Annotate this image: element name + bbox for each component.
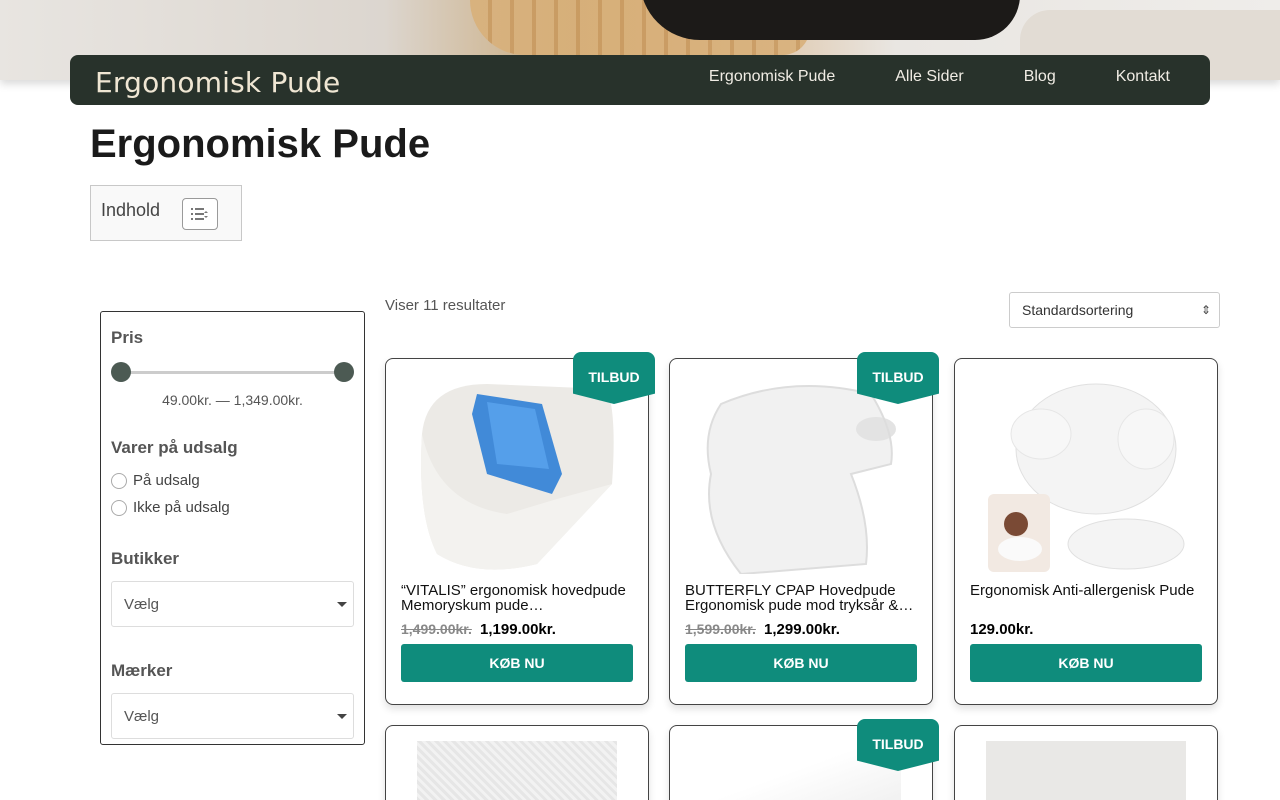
product-price: 1,499.00kr. 1,199.00kr. [401, 621, 556, 638]
product-card[interactable]: TILBUD BUTTERFLY CPAP Hovedpude Ergonomi… [669, 352, 939, 705]
price-slider[interactable] [111, 362, 354, 382]
product-card[interactable]: TILBUD [669, 719, 939, 800]
sale-option-not-on-sale[interactable]: Ikke på udsalg [111, 499, 354, 516]
toc-toggle-icon[interactable] [182, 198, 219, 230]
product-card[interactable]: TILBUD “VITALIS” ergonomisk hovedpude Me… [385, 352, 655, 705]
shops-select[interactable]: Vælg [111, 581, 354, 627]
product-image-butterfly-pillow[interactable] [701, 374, 901, 574]
product-current-price: 129.00kr. [970, 621, 1034, 638]
product-price: 1,599.00kr. 1,299.00kr. [685, 621, 840, 638]
product-old-price: 1,499.00kr. [401, 621, 472, 637]
main-menu: Ergonomisk Pude Alle Sider Blog Kontakt [709, 68, 1170, 86]
result-count: Viser 11 resultater [385, 297, 506, 314]
product-current-price: 1,199.00kr. [480, 621, 556, 638]
product-card[interactable] [954, 725, 1218, 800]
product-current-price: 1,299.00kr. [764, 621, 840, 638]
list-icon [191, 208, 209, 220]
menu-item-blog[interactable]: Blog [1024, 68, 1056, 86]
radio-button[interactable] [111, 499, 127, 516]
sale-option-label: Ikke på udsalg [133, 499, 230, 516]
brands-select[interactable]: Vælg [111, 693, 354, 739]
chevron-updown-icon: ⇕ [1200, 303, 1211, 317]
caret-down-icon [337, 713, 347, 719]
product-old-price: 1,599.00kr. [685, 621, 756, 637]
product-image-grey-pillow[interactable] [986, 741, 1186, 800]
menu-item-kontakt[interactable]: Kontakt [1116, 68, 1170, 86]
product-image-gel-pillow[interactable] [417, 374, 617, 574]
brands-filter-heading: Mærker [111, 661, 173, 680]
shops-select-value: Vælg [124, 595, 160, 613]
toc-label: Indhold [101, 200, 161, 220]
price-slider-track [121, 371, 344, 374]
hero-dark-shape [640, 0, 1020, 40]
product-image-knit-pillow[interactable] [417, 741, 617, 800]
sale-option-on-sale[interactable]: På udsalg [111, 472, 354, 489]
product-title[interactable]: BUTTERFLY CPAP Hovedpude Ergonomisk pude… [685, 583, 917, 613]
product-image-cloud-pillow[interactable] [986, 374, 1186, 574]
product-price: 129.00kr. [970, 621, 1033, 638]
product-card[interactable] [385, 725, 649, 800]
page-title: Ergonomisk Pude [90, 122, 431, 166]
sort-select-value: Standardsortering [1022, 302, 1134, 318]
menu-item-ergonomisk-pude[interactable]: Ergonomisk Pude [709, 68, 835, 86]
site-logo[interactable]: Ergonomisk Pude [95, 66, 340, 99]
radio-button[interactable] [111, 472, 127, 489]
buy-now-button[interactable]: KØB NU [970, 644, 1202, 682]
menu-item-alle-sider[interactable]: Alle Sider [895, 68, 963, 86]
filter-sidebar: Pris 49.00kr. — 1,349.00kr. Varer på uds… [100, 311, 365, 745]
sale-option-label: På udsalg [133, 472, 200, 489]
brands-select-value: Vælg [124, 707, 160, 725]
shops-filter-heading: Butikker [111, 549, 180, 568]
sale-filter-heading: Varer på udsalg [111, 438, 238, 457]
caret-down-icon [337, 601, 347, 607]
buy-now-button[interactable]: KØB NU [685, 644, 917, 682]
price-slider-min-handle[interactable] [111, 362, 131, 382]
price-range-text: 49.00kr. — 1,349.00kr. [162, 392, 303, 408]
product-title[interactable]: Ergonomisk Anti-allergenisk Pude [970, 583, 1202, 598]
table-of-contents: Indhold [90, 185, 242, 241]
sale-badge: TILBUD [573, 352, 655, 404]
sale-badge: TILBUD [857, 719, 939, 771]
price-filter-heading: Pris [111, 328, 144, 347]
main-navbar: Ergonomisk Pude Ergonomisk Pude Alle Sid… [70, 55, 1210, 105]
buy-now-button[interactable]: KØB NU [401, 644, 633, 682]
product-card[interactable]: Ergonomisk Anti-allergenisk Pude 129.00k… [954, 358, 1218, 705]
product-title[interactable]: “VITALIS” ergonomisk hovedpude Memorysku… [401, 583, 633, 613]
sort-select[interactable]: Standardsortering ⇕ [1009, 292, 1220, 328]
sale-badge: TILBUD [857, 352, 939, 404]
price-slider-max-handle[interactable] [334, 362, 354, 382]
